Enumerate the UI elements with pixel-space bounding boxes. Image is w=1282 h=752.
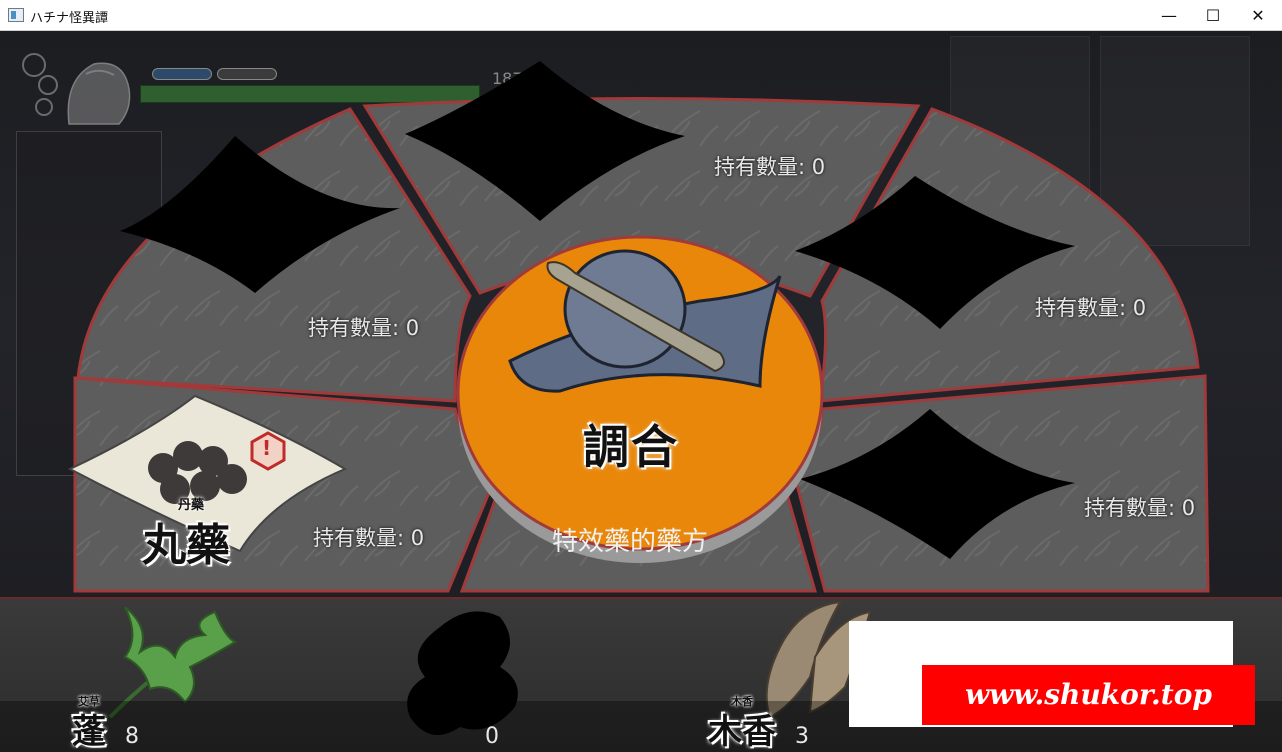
pill-name: 丸藥 [142, 520, 230, 571]
game-viewport: 187 錢 [0, 31, 1282, 752]
app-icon [8, 8, 24, 22]
slot-count-top-right: 持有數量: 0 [1035, 296, 1147, 320]
recipe-book-label[interactable]: 特效藥的藥方 [552, 521, 708, 558]
ingredient-count-locked: 0 [485, 724, 499, 749]
slot-count-bottom-left: 持有數量: 0 [313, 526, 425, 550]
alert-badge-label: ! [262, 436, 272, 460]
close-button[interactable]: ✕ [1235, 0, 1281, 31]
maximize-button[interactable]: ☐ [1190, 0, 1236, 31]
watermark: www.shukor.top [922, 665, 1255, 725]
slot-count-bottom-right: 持有數量: 0 [1084, 496, 1196, 520]
slot-count-top-left: 持有數量: 0 [308, 316, 420, 340]
ingredient-count-mugwort: 8 [125, 724, 139, 749]
slot-count-top-center: 持有數量: 0 [714, 155, 826, 179]
window-title: ハチナ怪異譚 [30, 11, 109, 26]
ingredient-name-mugwort: 蓬 [72, 712, 106, 752]
mix-button-label[interactable]: 調合 [583, 411, 679, 477]
ingredient-count-costus: 3 [795, 724, 809, 749]
minimize-button[interactable]: — [1146, 0, 1192, 31]
window-titlebar: ハチナ怪異譚 — ☐ ✕ [0, 0, 1282, 31]
ingredient-name-costus: 木香 [708, 712, 776, 752]
